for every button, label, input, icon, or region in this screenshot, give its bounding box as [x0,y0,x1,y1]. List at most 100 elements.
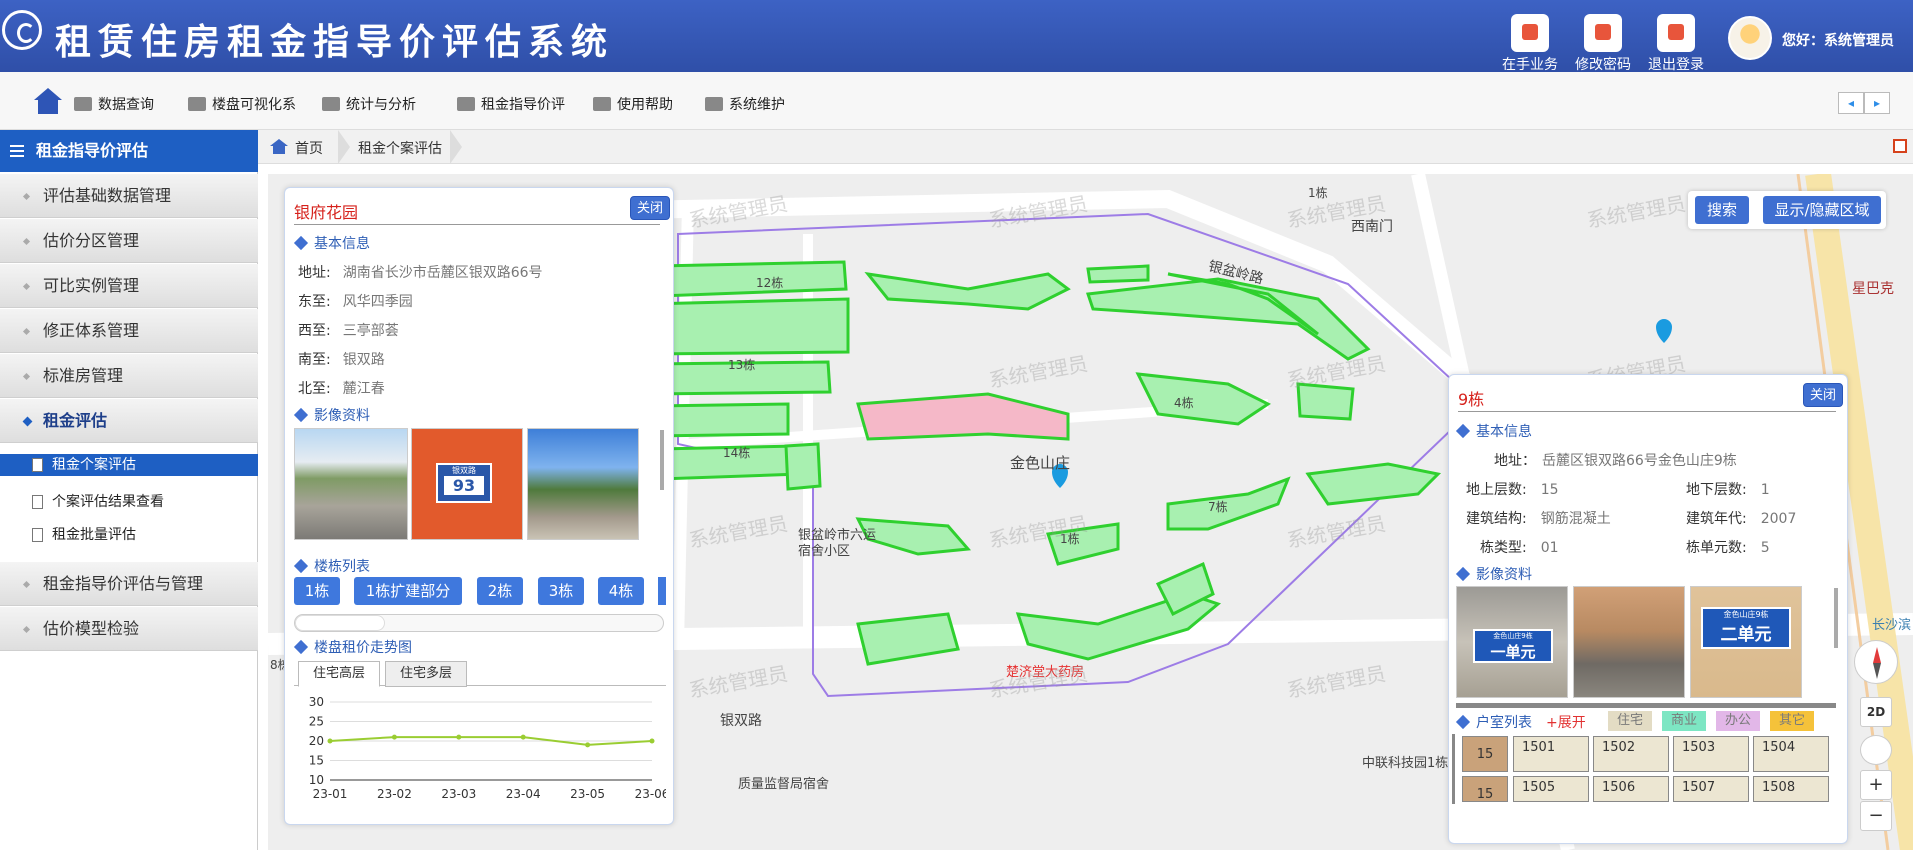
menu-item-help[interactable]: 使用帮助 [593,94,673,114]
menu-label: 数据查询 [98,97,154,113]
unit-scrollbar[interactable] [1452,734,1455,804]
x-tick-label: 23-06 [635,787,666,801]
lock-icon [1584,14,1622,52]
building-photo[interactable]: 金色山庄9栋 二单元 [1690,586,1802,698]
unit-cell[interactable]: 1503 [1673,736,1749,772]
unit-cell[interactable]: 1502 [1593,736,1669,772]
sidebar-subitem-case-evaluation[interactable]: 租金个案评估 [0,454,258,476]
sidebar-subitem-case-results[interactable]: 个案评估结果查看 [0,488,258,516]
home-icon[interactable] [34,88,62,100]
sidebar-item-label: 修正体系管理 [43,321,140,340]
zoom-in-button[interactable]: + [1860,770,1892,800]
expand-link[interactable]: +展开 [1546,712,1586,732]
menu-next-button[interactable]: ▸ [1864,92,1890,114]
building-scrollbar[interactable] [294,614,664,632]
x-tick-label: 23-04 [506,787,541,801]
unit-cell[interactable]: 1506 [1593,776,1669,802]
map-label: 中联科技园1栋 [1362,756,1449,771]
community-photo[interactable] [294,428,408,540]
zoom-out-button[interactable]: − [1860,801,1892,831]
unit-sign: 金色山庄9栋 二单元 [1701,607,1791,649]
globe-icon[interactable] [1860,735,1892,765]
unit-cell[interactable]: 1508 [1753,776,1829,802]
unit-cell[interactable]: 1505 [1513,776,1589,802]
unit-cell[interactable]: 1501 [1513,736,1589,772]
view-2d-button[interactable]: 2D [1860,697,1892,727]
compass-icon[interactable] [1854,640,1898,684]
sidebar-heading[interactable]: 租金指导价评估 [0,130,258,172]
sidebar-item-correction[interactable]: 修正体系管理 [0,309,258,353]
sidebar-item-standard-room[interactable]: 标准房管理 [0,354,258,398]
logout-button[interactable]: 退出登录 [1642,14,1710,74]
sign-text: 金色山庄9栋 [1493,632,1533,640]
data-point [327,738,333,744]
building-button[interactable]: 3栋 [538,577,584,605]
fullscreen-icon[interactable] [1893,139,1907,153]
close-building-panel-button[interactable]: 关闭 [1803,383,1843,407]
data-point [649,738,655,744]
map-label: 13栋 [728,358,756,372]
breadcrumb-home[interactable]: 首页 [295,138,323,158]
menu-label: 租金指导价评 [481,97,565,113]
in-hand-business-button[interactable]: 在手业务 [1496,14,1564,74]
tab-multi-storey[interactable]: 住宅多层 [385,661,467,687]
image-scroll-track[interactable] [1456,703,1836,708]
menu-item-visualization[interactable]: 楼盘可视化系 [188,94,296,114]
street-sign: 银双路 93 [436,463,492,503]
sidebar-subitem-batch-evaluation[interactable]: 租金批量评估 [0,521,258,549]
close-community-panel-button[interactable]: 关闭 [630,196,670,220]
diamond-icon [1455,423,1471,439]
image-scrollbar[interactable] [660,430,664,490]
field-west: 西至: 三亭部荟 [298,320,399,340]
diamond-icon [293,639,309,655]
menu-item-rent-guide[interactable]: 租金指导价评 [457,94,565,114]
field-north: 北至: 麓江春 [298,378,385,398]
building-button-overflow[interactable] [658,577,666,605]
sidebar-item-model-check[interactable]: 估价模型检验 [0,607,258,651]
map-search-button[interactable]: 搜索 [1695,196,1749,224]
home-icon[interactable] [270,139,288,146]
field-value: 15 [1540,482,1559,498]
section-label: 基本信息 [1476,424,1532,440]
field-key: 地上层数: [1466,482,1527,498]
sidebar-item-zones[interactable]: 估价分区管理 [0,219,258,263]
menu-item-statistics[interactable]: 统计与分析 [322,94,416,114]
building-button[interactable]: 2栋 [477,577,523,605]
calculator-icon [457,97,475,111]
toggle-region-button[interactable]: 显示/隐藏区域 [1763,196,1881,224]
sidebar-item-comparables[interactable]: 可比实例管理 [0,264,258,308]
building-button[interactable]: 1栋 [294,577,340,605]
change-password-button[interactable]: 修改密码 [1569,14,1637,74]
building-button[interactable]: 4栋 [598,577,644,605]
menu-prev-button[interactable]: ◂ [1838,92,1864,114]
scrollbar-thumb[interactable] [295,615,385,631]
field-key: 栋单元数: [1686,540,1747,556]
menu-label: 使用帮助 [617,97,673,113]
tab-high-rise[interactable]: 住宅高层 [298,661,380,687]
monitor-icon [74,97,92,111]
sidebar-item-basic-data[interactable]: 评估基础数据管理 [0,174,258,218]
bullet-icon [22,282,31,291]
bullet-icon [22,327,31,336]
trend-title: 楼盘租价走势图 [293,637,412,657]
field-build-year: 建筑年代: 2007 [1686,508,1796,528]
sidebar-item-rent-evaluation[interactable]: 租金评估 [0,399,258,443]
community-photo[interactable] [527,428,639,540]
field-structure: 建筑结构: 钢筋混凝土 [1466,508,1611,528]
data-point [520,734,526,740]
home-icon-body[interactable] [273,146,285,154]
building-button[interactable]: 1栋扩建部分 [354,577,462,605]
menu-item-data-query[interactable]: 数据查询 [74,94,154,114]
building-photo[interactable]: 金色山庄9栋 一单元 [1456,586,1568,698]
sign-main: 一单元 [1490,643,1536,661]
home-icon-body[interactable] [38,100,58,114]
building-photo[interactable] [1573,586,1685,698]
diamond-icon [293,407,309,423]
unit-cell[interactable]: 1504 [1753,736,1829,772]
menu-item-maintenance[interactable]: 系统维护 [705,94,785,114]
community-photo[interactable]: 银双路 93 [411,428,523,540]
sidebar-item-rent-guide-management[interactable]: 租金指导价评估与管理 [0,562,258,606]
avatar[interactable] [1728,16,1772,60]
image-scrollbar[interactable] [1834,588,1838,648]
unit-cell[interactable]: 1507 [1673,776,1749,802]
